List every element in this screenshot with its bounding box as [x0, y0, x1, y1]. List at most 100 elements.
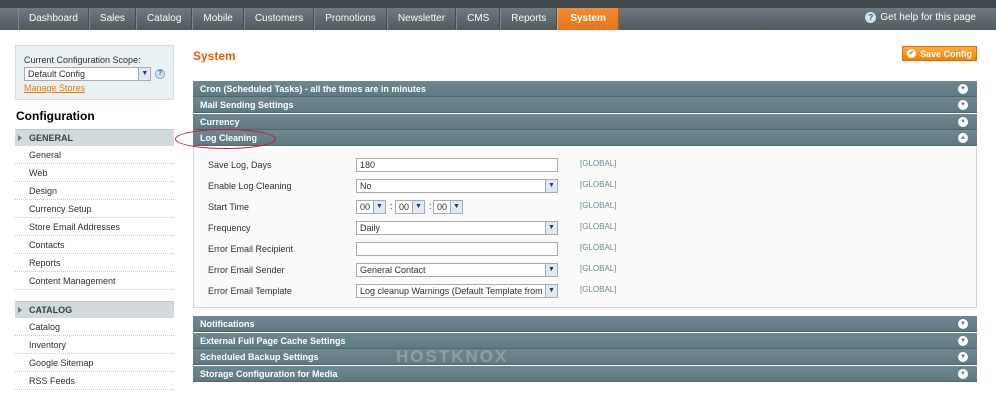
- select-value: Daily: [360, 223, 381, 233]
- field-label: Save Log, Days: [208, 160, 272, 170]
- nav-promotions[interactable]: Promotions: [314, 8, 387, 30]
- error-email-recipient-input[interactable]: [356, 242, 558, 256]
- expand-icon: ▼: [958, 84, 968, 94]
- time-separator: :: [429, 201, 432, 211]
- field-row-error-email-sender: Error Email Sender General Contact ▼ [GL…: [194, 263, 978, 279]
- section-title: Notifications: [200, 319, 255, 329]
- scope-badge: [GLOBAL]: [580, 285, 617, 294]
- start-hour-select[interactable]: 00 ▼: [356, 200, 386, 214]
- check-icon: ✔: [906, 49, 916, 58]
- sidebar-item-store-email-addresses[interactable]: Store Email Addresses: [15, 218, 174, 236]
- sidebar-item-inventory[interactable]: Inventory: [15, 336, 174, 354]
- help-question-icon[interactable]: ?: [155, 69, 165, 79]
- manage-stores-link[interactable]: Manage Stores: [24, 83, 85, 93]
- select-value: General Contact: [360, 265, 426, 275]
- chevron-down-icon: ▼: [545, 180, 557, 192]
- field-label: Frequency: [208, 223, 251, 233]
- sidebar-item-rss-feeds[interactable]: RSS Feeds: [15, 372, 174, 390]
- sidebar-item-contacts[interactable]: Contacts: [15, 236, 174, 254]
- scope-badge: [GLOBAL]: [580, 222, 617, 231]
- section-log-cleaning[interactable]: Log Cleaning ▲: [193, 130, 977, 146]
- nav-sales[interactable]: Sales: [88, 8, 136, 30]
- section-title: External Full Page Cache Settings: [200, 336, 346, 346]
- sidebar-title: Configuration: [16, 109, 95, 123]
- error-email-sender-select[interactable]: General Contact ▼: [356, 263, 558, 277]
- section-external-fpc[interactable]: External Full Page Cache Settings ▼: [193, 333, 977, 349]
- select-value: 00: [399, 202, 410, 212]
- sidebar-item-web[interactable]: Web: [15, 164, 174, 182]
- nav-catalog[interactable]: Catalog: [135, 8, 193, 30]
- sidebar-item-content-management[interactable]: Content Management: [15, 272, 174, 290]
- log-cleaning-fieldset: Save Log, Days 180 [GLOBAL] Enable Log C…: [193, 147, 977, 308]
- expand-icon: ▼: [958, 117, 968, 127]
- field-label: Error Email Template: [208, 286, 292, 296]
- scope-badge: [GLOBAL]: [580, 243, 617, 252]
- section-storage-media[interactable]: Storage Configuration for Media ▼: [193, 366, 977, 382]
- sidebar-group-catalog: CATALOG Catalog Inventory Google Sitemap…: [15, 301, 174, 390]
- top-navigation-bar: Dashboard Sales Catalog Mobile Customers…: [0, 0, 996, 30]
- section-cron[interactable]: Cron (Scheduled Tasks) - all the times a…: [193, 81, 977, 97]
- time-separator: :: [390, 201, 393, 211]
- field-label: Error Email Sender: [208, 265, 285, 275]
- sidebar-group-general: GENERAL General Web Design Currency Setu…: [15, 129, 174, 290]
- nav-mobile[interactable]: Mobile: [192, 8, 244, 30]
- page-title: System: [193, 49, 236, 63]
- scope-select[interactable]: Default Config ▼: [24, 67, 152, 81]
- nav-customers[interactable]: Customers: [243, 8, 315, 30]
- help-icon: ?: [865, 12, 877, 23]
- sidebar-item-reports[interactable]: Reports: [15, 254, 174, 272]
- nav-dashboard[interactable]: Dashboard: [18, 8, 89, 30]
- sidebar-item-catalog[interactable]: Catalog: [15, 318, 174, 336]
- expand-triangle-icon: [18, 135, 22, 141]
- sidebar-item-google-sitemap[interactable]: Google Sitemap: [15, 354, 174, 372]
- nav-newsletter[interactable]: Newsletter: [386, 8, 457, 30]
- sidebar-group-header[interactable]: GENERAL: [15, 129, 174, 146]
- scope-badge: [GLOBAL]: [580, 264, 617, 273]
- field-label: Enable Log Cleaning: [208, 181, 292, 191]
- scope-badge: [GLOBAL]: [580, 201, 617, 210]
- start-second-select[interactable]: 00 ▼: [433, 200, 463, 214]
- start-minute-select[interactable]: 00 ▼: [395, 200, 425, 214]
- save-config-label: Save Config: [919, 48, 972, 59]
- frequency-select[interactable]: Daily ▼: [356, 221, 558, 235]
- field-row-frequency: Frequency Daily ▼ [GLOBAL]: [194, 221, 978, 237]
- nav-system[interactable]: System: [557, 8, 619, 30]
- section-title: Currency: [200, 117, 240, 127]
- error-email-template-select[interactable]: Log cleanup Warnings (Default Template f…: [356, 284, 558, 298]
- chevron-down-icon: ▼: [138, 68, 151, 80]
- nav-cms[interactable]: CMS: [456, 8, 501, 30]
- chevron-down-icon: ▼: [450, 201, 462, 213]
- sidebar-item-currency-setup[interactable]: Currency Setup: [15, 200, 174, 218]
- save-log-days-input[interactable]: 180: [356, 158, 558, 172]
- chevron-down-icon: ▼: [545, 222, 557, 234]
- select-value: No: [360, 181, 372, 191]
- sidebar-item-general[interactable]: General: [15, 146, 174, 164]
- chevron-down-icon: ▼: [545, 285, 557, 297]
- scope-badge: [GLOBAL]: [580, 159, 617, 168]
- section-mail-sending[interactable]: Mail Sending Settings ▼: [193, 97, 977, 113]
- sidebar-group-label: GENERAL: [29, 133, 74, 143]
- scope-switcher: Current Configuration Scope: Default Con…: [15, 45, 174, 100]
- sidebar-item-design[interactable]: Design: [15, 182, 174, 200]
- select-value: Log cleanup Warnings (Default Template f…: [360, 286, 558, 296]
- section-currency[interactable]: Currency ▼: [193, 114, 977, 130]
- chevron-down-icon: ▼: [373, 201, 385, 213]
- expand-triangle-icon: [18, 307, 22, 313]
- section-title: Mail Sending Settings: [200, 100, 294, 110]
- select-value: 00: [437, 202, 448, 212]
- help-link[interactable]: ? Get help for this page: [865, 12, 976, 23]
- expand-icon: ▼: [958, 100, 968, 110]
- section-scheduled-backup[interactable]: Scheduled Backup Settings ▼: [193, 349, 977, 365]
- section-title: Cron (Scheduled Tasks) - all the times a…: [200, 84, 426, 94]
- nav-reports[interactable]: Reports: [500, 8, 558, 30]
- enable-log-cleaning-select[interactable]: No ▼: [356, 179, 558, 193]
- section-notifications[interactable]: Notifications ▼: [193, 316, 977, 332]
- watermark: HOSTKNOX: [396, 347, 509, 366]
- expand-icon: ▼: [958, 369, 968, 379]
- save-config-button[interactable]: ✔ Save Config: [902, 46, 977, 61]
- chevron-down-icon: ▼: [412, 201, 424, 213]
- sidebar-group-header[interactable]: CATALOG: [15, 301, 174, 318]
- select-value: 00: [360, 202, 371, 212]
- expand-icon: ▼: [958, 319, 968, 329]
- field-label: Error Email Recipient: [208, 244, 294, 254]
